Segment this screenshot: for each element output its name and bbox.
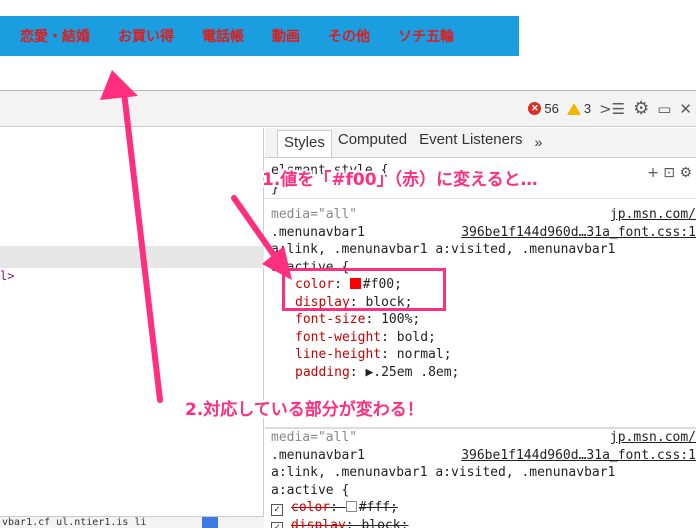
arrow-to-navbar	[121, 89, 163, 403]
annotation-arrows	[100, 70, 292, 403]
arrow-to-color-property	[231, 195, 279, 261]
arrowhead-navbar	[100, 70, 138, 100]
highlight-box-color-property	[282, 268, 446, 311]
annotation-step2: 2.対応している部分が変わる！	[185, 400, 424, 420]
annotation-step1: 1.値を「#f00」（赤）に変えると…	[262, 170, 538, 190]
